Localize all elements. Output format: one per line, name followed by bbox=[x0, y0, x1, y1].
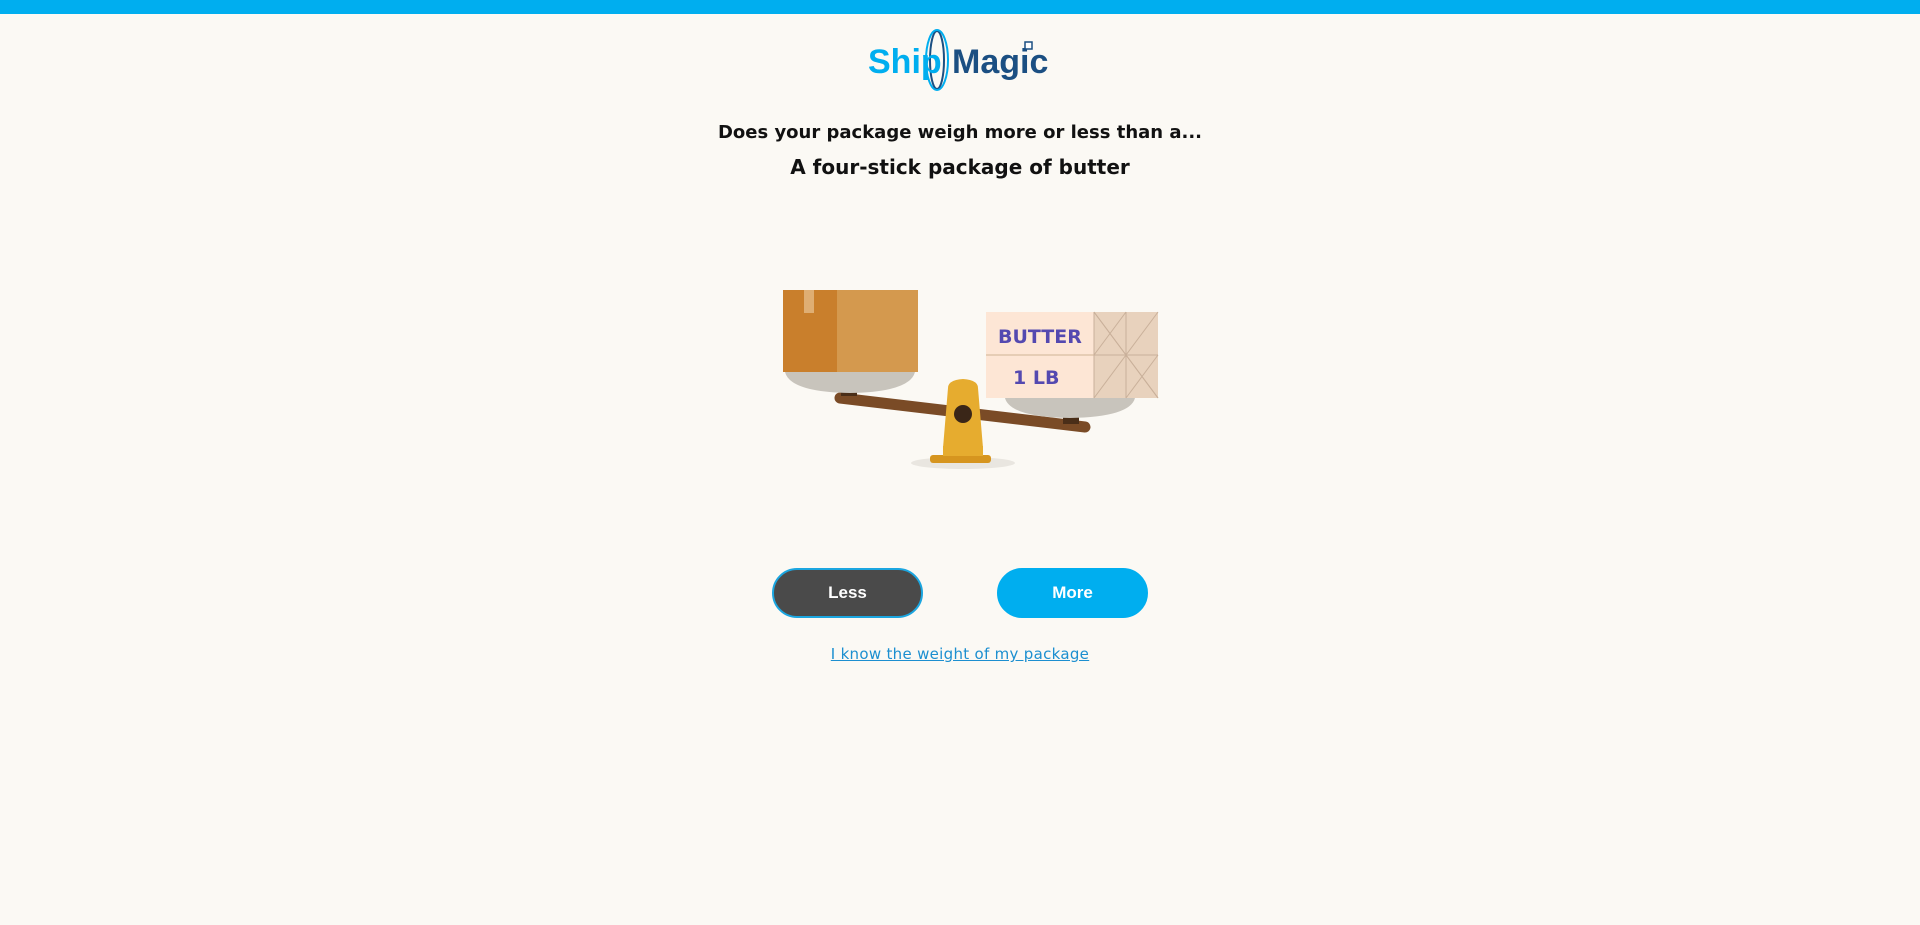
scale-pivot-stand bbox=[930, 379, 991, 463]
logo-text-magic: Magic bbox=[952, 43, 1048, 81]
top-accent-bar bbox=[0, 0, 1920, 14]
know-weight-link[interactable]: I know the weight of my package bbox=[831, 645, 1089, 663]
butter-package-icon: BUTTER 1 LB bbox=[986, 311, 1159, 399]
left-pan bbox=[785, 372, 915, 393]
more-button[interactable]: More bbox=[997, 568, 1148, 618]
logo-text-ship: Ship bbox=[868, 43, 942, 81]
know-weight-link-container: I know the weight of my package bbox=[0, 645, 1920, 663]
butter-label: BUTTER bbox=[998, 326, 1082, 348]
weight-question: Does your package weigh more or less tha… bbox=[717, 122, 1203, 143]
balance-scale-illustration: BUTTER 1 LB bbox=[783, 290, 1159, 469]
logo-box-icon bbox=[1024, 41, 1033, 50]
butter-weight-label: 1 LB bbox=[1013, 367, 1059, 389]
cardboard-box-icon bbox=[783, 290, 918, 372]
shipmagic-logo: Ship Magic bbox=[868, 29, 1048, 91]
comparison-item-title: A four-stick package of butter bbox=[790, 155, 1130, 179]
less-button[interactable]: Less bbox=[772, 568, 923, 618]
